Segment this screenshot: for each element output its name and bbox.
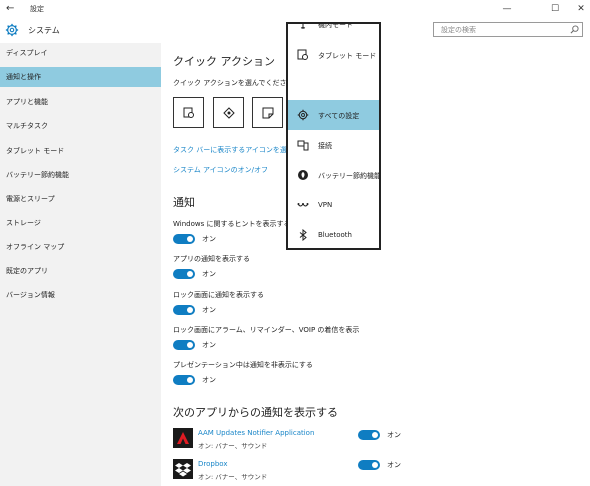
- page-title: システム: [28, 26, 60, 35]
- location-icon: [223, 107, 235, 119]
- app-detail-aam: オン: バナー、サウンド: [198, 442, 268, 450]
- toggle-state-text: オン: [202, 270, 216, 278]
- notifications-heading: 通知: [173, 196, 195, 209]
- battery-saver-icon: [298, 170, 308, 180]
- quick-action-tile-2[interactable]: [213, 97, 244, 128]
- toggle-state-text: オン: [202, 376, 216, 384]
- sidebar-item-tablet-mode[interactable]: タブレット モード: [0, 141, 161, 161]
- popup-item-label: すべての設定: [318, 112, 360, 120]
- app-name-aam[interactable]: AAM Updates Notifier Application: [198, 429, 314, 437]
- apps-heading: 次のアプリからの通知を表示する: [173, 406, 338, 419]
- title-bar: ← 設定 — ☐ ✕: [0, 0, 590, 19]
- quick-action-dropdown: 機内モード タブレット モード すべての設定 接続 バッテリー節約機能 VPN …: [286, 22, 381, 250]
- sidebar-item-display[interactable]: ディスプレイ: [0, 43, 161, 63]
- toggle-state-text: オン: [387, 431, 401, 439]
- quick-actions-subheading: クイック アクションを選んでください: [173, 79, 294, 87]
- quick-actions-heading: クイック アクション: [173, 55, 275, 68]
- toggle-app-notifications[interactable]: [173, 269, 195, 279]
- setting-label-app-notifications: アプリの通知を表示する: [173, 255, 250, 263]
- bluetooth-icon: [299, 229, 307, 241]
- search-input[interactable]: 設定の検索: [433, 22, 583, 37]
- window-title: 設定: [30, 5, 44, 13]
- toggle-lock-screen-alarms[interactable]: [173, 340, 195, 350]
- quick-action-tile-1[interactable]: [173, 97, 204, 128]
- popup-item-airplane-mode[interactable]: 機内モード: [288, 22, 379, 39]
- popup-item-connect[interactable]: 接続: [288, 130, 379, 160]
- toggle-state-text: オン: [202, 235, 216, 243]
- toggle-state-text: オン: [202, 306, 216, 314]
- popup-item-all-settings[interactable]: すべての設定: [288, 100, 379, 130]
- popup-item-tablet-mode[interactable]: タブレット モード: [288, 40, 379, 70]
- app-detail-dropbox: オン: バナー、サウンド: [198, 473, 268, 481]
- system-icons-link[interactable]: システム アイコンのオン/オフ: [173, 165, 268, 175]
- sidebar-item-storage[interactable]: ストレージ: [0, 213, 161, 233]
- airplane-icon: [300, 24, 306, 29]
- vpn-icon: [297, 203, 309, 207]
- popup-item-battery-saver[interactable]: バッテリー節約機能: [288, 160, 379, 190]
- toggle-state-text: オン: [202, 341, 216, 349]
- setting-label-lock-screen-notifications: ロック画面に通知を表示する: [173, 291, 264, 299]
- popup-item-label: 接続: [318, 142, 332, 150]
- gear-icon: [297, 109, 309, 121]
- setting-label-lock-screen-alarms: ロック画面にアラーム、リマインダー、VOIP の着信を表示: [173, 326, 360, 334]
- note-icon: [262, 107, 274, 119]
- sidebar: ディスプレイ 通知と操作 アプリと機能 マルチタスク タブレット モード バッテ…: [0, 43, 161, 486]
- toggle-lock-screen-notifications[interactable]: [173, 305, 195, 315]
- toggle-windows-tips[interactable]: [173, 234, 195, 244]
- toggle-state-text: オン: [387, 461, 401, 469]
- popup-item-empty[interactable]: [288, 70, 379, 100]
- sidebar-item-apps[interactable]: アプリと機能: [0, 92, 161, 112]
- sidebar-item-multitask[interactable]: マルチタスク: [0, 116, 161, 136]
- sidebar-item-notifications[interactable]: 通知と操作: [0, 67, 161, 87]
- toggle-presentation[interactable]: [173, 375, 195, 385]
- sidebar-item-offline-maps[interactable]: オフライン マップ: [0, 237, 161, 257]
- dropbox-app-icon: [173, 459, 193, 479]
- popup-item-label: Bluetooth: [318, 231, 352, 239]
- popup-item-label: VPN: [318, 201, 333, 209]
- setting-label-presentation: プレゼンテーション中は通知を非表示にする: [173, 361, 313, 369]
- back-button[interactable]: ←: [6, 3, 18, 15]
- setting-label-windows-tips: Windows に関するヒントを表示する: [173, 220, 291, 228]
- sidebar-item-default-apps[interactable]: 既定のアプリ: [0, 261, 161, 281]
- popup-item-vpn[interactable]: VPN: [288, 190, 379, 220]
- quick-action-tile-3[interactable]: [252, 97, 283, 128]
- minimize-button[interactable]: —: [500, 3, 514, 15]
- search-placeholder: 設定の検索: [441, 26, 476, 34]
- search-icon[interactable]: [570, 25, 579, 34]
- popup-item-label: 機内モード: [318, 22, 353, 29]
- connect-icon: [297, 140, 309, 151]
- tablet-mode-icon: [297, 49, 308, 60]
- adobe-app-icon: [173, 428, 193, 448]
- tablet-mode-icon: [183, 107, 194, 118]
- app-name-dropbox[interactable]: Dropbox: [198, 460, 228, 468]
- toggle-app-aam[interactable]: [358, 430, 380, 440]
- sidebar-item-about[interactable]: バージョン情報: [0, 285, 161, 305]
- popup-item-label: バッテリー節約機能: [318, 172, 381, 180]
- maximize-button[interactable]: ☐: [548, 3, 562, 15]
- close-button[interactable]: ✕: [574, 3, 588, 15]
- sidebar-item-power-sleep[interactable]: 電源とスリープ: [0, 189, 161, 209]
- toggle-app-dropbox[interactable]: [358, 460, 380, 470]
- popup-item-bluetooth[interactable]: Bluetooth: [288, 220, 379, 248]
- popup-item-label: タブレット モード: [318, 52, 377, 60]
- gear-icon: [5, 23, 19, 37]
- sidebar-item-battery-saver[interactable]: バッテリー節約機能: [0, 165, 161, 185]
